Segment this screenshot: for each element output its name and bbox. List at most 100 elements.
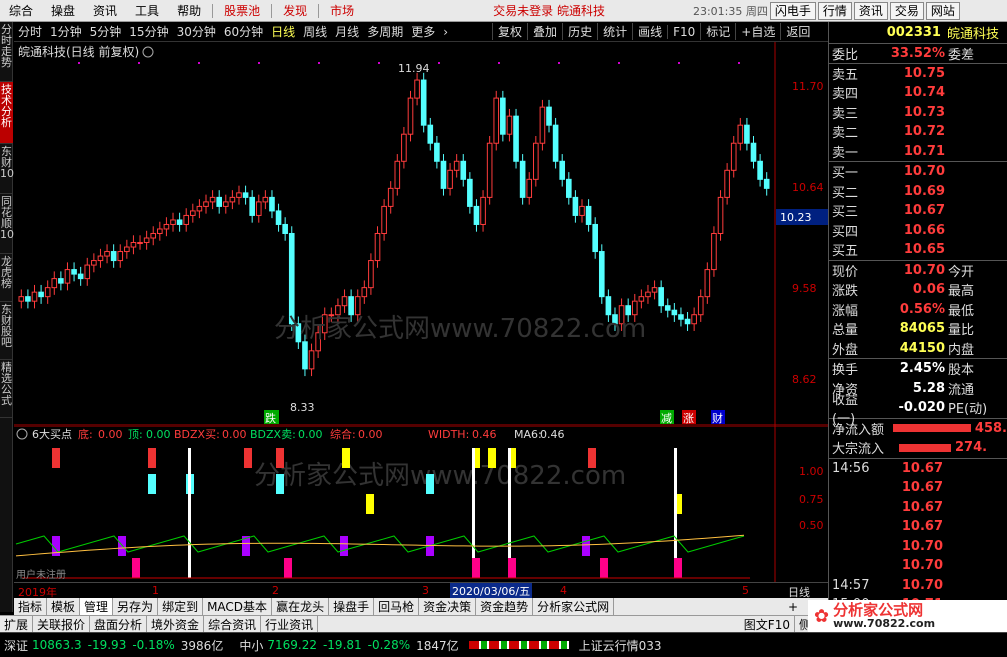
candle-body [585, 205, 592, 225]
chevron-right-icon[interactable]: › [439, 25, 452, 39]
current-price-tag: 10.23 [780, 211, 812, 224]
side-tab-longhubang[interactable]: 龙虎榜 [0, 254, 13, 302]
candle-body [216, 196, 223, 207]
period-weekly[interactable]: 周线 [299, 23, 331, 40]
menu-item-shichang[interactable]: 市场 [321, 2, 363, 19]
period-daily[interactable]: 日线 [267, 23, 299, 40]
tool-f10[interactable]: F10 [667, 24, 700, 39]
button-jiaoyi[interactable]: 交易 [889, 1, 924, 20]
signal-block [488, 448, 496, 468]
tab-huimaqiang[interactable]: 回马枪 [374, 598, 420, 615]
period-5min[interactable]: 5分钟 [86, 23, 126, 40]
signal-block [340, 536, 348, 556]
side-tab-dongcai[interactable]: 东财10 [0, 144, 14, 194]
price-tick: 9.58 [792, 282, 817, 295]
sell-row: 卖三 10.73 [829, 103, 1007, 123]
x-label: 2 [272, 584, 279, 597]
buy-price: 10.65 [903, 242, 945, 258]
menu-item-gongju[interactable]: 工具 [126, 2, 168, 19]
quote-value: 0.06 [912, 282, 945, 298]
quote-label: 总量 [832, 323, 859, 339]
ext-tab-kuozhan[interactable]: 扩展 [0, 615, 34, 633]
side-tab-guba[interactable]: 东财股吧 [0, 302, 13, 360]
period-15min[interactable]: 15分钟 [125, 23, 172, 40]
tool-huaxian[interactable]: 画线 [632, 23, 667, 40]
candle-body [546, 106, 552, 126]
side-tab-jingxuan[interactable]: 精选公式 [0, 360, 13, 418]
x-label: 3 [422, 584, 429, 597]
period-multi[interactable]: 多周期 [363, 23, 407, 40]
stat-right-label: PE(动) [948, 402, 988, 418]
candle-body [506, 115, 513, 135]
tab-zijinqushi[interactable]: 资金趋势 [476, 598, 534, 615]
ext-tab-zonghezixun[interactable]: 综合资讯 [204, 615, 262, 633]
tab-macd[interactable]: MACD基本 [203, 598, 273, 615]
signal-dot [438, 62, 440, 64]
signal-block [508, 558, 516, 578]
candle-body [453, 160, 460, 171]
stat-right-label: 股本 [948, 363, 975, 379]
period-30min[interactable]: 30分钟 [173, 23, 220, 40]
tool-diejia[interactable]: 叠加 [527, 23, 562, 40]
tool-zixuan[interactable]: +自选 [735, 23, 780, 40]
tab-lingcunwei[interactable]: 另存为 [113, 598, 159, 615]
signal-block [674, 558, 682, 578]
menu-divider [318, 3, 320, 18]
ext-tab-tuwenf10[interactable]: 图文F10 [740, 615, 795, 633]
indicator-panel[interactable]: 6大买点 底: 0.00 顶: 0.00 BDZX买: 0.00 BDZX卖: … [14, 426, 828, 582]
button-hangqing[interactable]: 行情 [817, 1, 852, 20]
candle-body [500, 97, 506, 135]
fund-flows: 净流入额 458. 大宗流入 274. [829, 419, 1007, 459]
tab-bangdingdao[interactable]: 绑定到 [158, 598, 204, 615]
tab-caopanshou[interactable]: 操盘手 [329, 598, 375, 615]
tab-zhibiao[interactable]: 指标 [14, 598, 48, 615]
tool-tongji[interactable]: 统计 [597, 23, 632, 40]
period-monthly[interactable]: 月线 [331, 23, 363, 40]
logo-flower-icon: ✿ [814, 605, 830, 627]
menu-item-gupiaochi[interactable]: 股票池 [215, 2, 269, 19]
button-zixun[interactable]: 资讯 [853, 1, 888, 20]
menu-item-caopan[interactable]: 操盘 [42, 2, 84, 19]
status-bar: 深证 10863.3 -19.93 -0.18% 3986亿 中小 7169.2… [0, 632, 1007, 657]
period-fenshi[interactable]: 分时 [14, 23, 46, 40]
tool-lishi[interactable]: 历史 [562, 23, 597, 40]
period-60min[interactable]: 60分钟 [220, 23, 267, 40]
index-zx-value[interactable]: 7169.22 [267, 638, 323, 652]
quote-label: 涨幅 [832, 303, 859, 319]
menu-item-zixun[interactable]: 资讯 [84, 2, 126, 19]
param-bdzx-buy-label: BDZX买: [174, 428, 220, 441]
period-more[interactable]: 更多 [407, 23, 439, 40]
button-wangzhan[interactable]: 网站 [925, 1, 960, 20]
tool-fanhui[interactable]: 返回 [780, 23, 815, 40]
period-1min[interactable]: 1分钟 [46, 23, 86, 40]
tool-fuquan[interactable]: 复权 [492, 23, 527, 40]
index-sz-value[interactable]: 10863.3 [32, 638, 88, 652]
candlestick-chart[interactable]: 皖通科技(日线 前复权) 分析家公式网www.70822.com 11.94 8… [14, 42, 828, 426]
tab-guanli[interactable]: 管理 [80, 598, 114, 615]
tool-biaoji[interactable]: 标记 [700, 23, 735, 40]
quote-right-label: 今开 [948, 264, 975, 280]
tab-zijinjuece[interactable]: 资金决策 [419, 598, 477, 615]
side-tab-tonghuashun[interactable]: 同花顺10 [0, 194, 14, 254]
tab-fenxijia[interactable]: 分析家公式网 [533, 598, 615, 615]
index-sz-amount: 3986亿 [180, 638, 224, 653]
ext-tab-panmianfenxi[interactable]: 盘面分析 [90, 615, 148, 633]
ext-tab-guanlianbaojia[interactable]: 关联报价 [33, 615, 91, 633]
candle-body [368, 260, 374, 289]
ext-tab-hangyezixun[interactable]: 行业资讯 [261, 615, 319, 633]
candle-body [361, 287, 368, 298]
signal-block [148, 474, 156, 494]
signal-block [426, 474, 434, 494]
candle-body [31, 291, 38, 302]
tab-moban[interactable]: 模板 [47, 598, 81, 615]
side-tab-jishu[interactable]: 技术分析 [0, 82, 13, 144]
ext-tab-jingwaizijin[interactable]: 境外资金 [147, 615, 205, 633]
button-shandianshou[interactable]: 闪电手 [769, 1, 816, 20]
index-sz-pct: -0.18% [132, 638, 175, 652]
menu-item-faxian[interactable]: 发现 [274, 2, 316, 19]
candle-body [269, 196, 275, 212]
side-tab-fenshi[interactable]: 分时走势 [0, 22, 13, 82]
menu-item-zonghe[interactable]: 综合 [0, 2, 42, 19]
menu-item-bangzhu[interactable]: 帮助 [168, 2, 210, 19]
tab-yingzailongtou[interactable]: 赢在龙头 [272, 598, 330, 615]
